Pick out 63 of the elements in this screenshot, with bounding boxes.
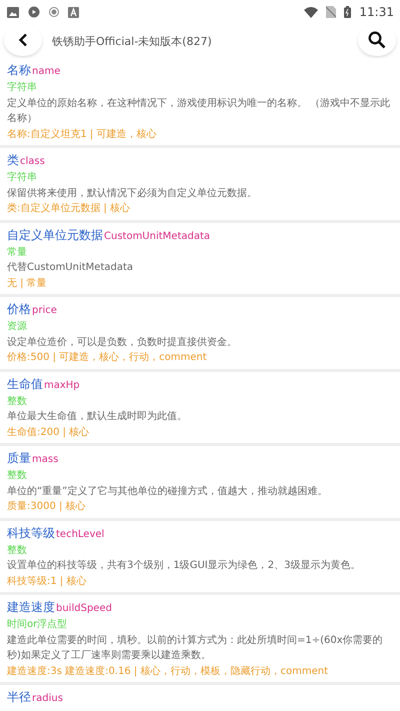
field-type: 字符串 [7,80,38,95]
field-card[interactable]: 类class 字符串 保留供将来使用，默认情况下必须为自定义单位元数据。 类:自定义单位元数据 | 核心 [0,148,400,220]
field-usage: 建造速度:3s 建造速度:0.16 | 核心，行动，模板，隐藏行动，comment [7,664,329,678]
field-name: 类 [7,152,19,169]
battery-icon [344,6,352,18]
back-icon [18,33,28,47]
field-usage: 质量:3000 | 核心 [7,500,87,514]
field-card[interactable]: 质量mass 整数 单位的“重量”定义了它与其他单位的碰撞方式，值越大，推动就越困难。 质量:3000 | 核心 [0,446,400,518]
no-sim-icon [326,6,336,18]
field-name: 科技等级 [7,524,55,542]
field-name: 价格 [7,301,31,318]
field-usage: 价格:500 | 可建造，核心，行动，comment [7,350,208,365]
field-key: maxHp [44,376,80,394]
field-card[interactable]: 科技等级techLevel 整数 设置单位的科技等级，共有3个级别，1级GUI显示为绿色，2、3级显示为黄色。 科技等级:1 | 核心 [0,520,400,592]
field-type: 时间or浮点型 [7,618,68,632]
field-key: radius [32,690,63,707]
field-usage: 科技等级:1 | 核心 [7,574,88,588]
field-name: 半径 [7,689,31,706]
font-icon [68,6,79,18]
field-key: class [20,153,45,170]
field-description: 代替CustomUnitMetadata [7,260,134,275]
field-type: 字符串 [7,170,38,185]
field-name: 名称 [7,62,31,79]
field-key: mass [32,451,58,468]
field-description: 设置单位的科技等级，共有3个级别，1级GUI显示为绿色，2、3级显示为黄色。 [7,558,362,573]
status-time: 11:31 [359,5,394,19]
field-type: 整数 [7,469,28,483]
field-type: 整数 [7,544,28,558]
back-button[interactable] [4,24,42,56]
field-card[interactable]: 价格price 资源 设定单位造价，可以是负数，负数时提直接供资金。 价格:500 | 可建造，核心，行动，comment [0,297,400,368]
field-description: 建造此单位需要的时间，填秒。以前的计算方式为：此处所填时间=1÷(60x你需要的秒)如果定义了工厂速率则需要乘以建造乘数。 [7,634,384,663]
field-description: 单位的“重量”定义了它与其他单位的碰撞方式，值越大，推动就越困难。 [7,484,328,498]
field-card[interactable]: 生命值maxHp 整数 单位最大生命值，默认生成时即为此值。 生命值:200 | 核心 [0,372,400,443]
field-key: techLevel [56,526,104,542]
field-card[interactable]: 建造速度buildSpeed 时间or浮点型 建造此单位需要的时间，填秒。以前的计算方式为：此处所填时间=1÷(60x你需要的秒)如果定义了工厂速率则需要乘以建造乘数。 建造速度:3s 建造速度:0.16 | 核心，行动，模板，隐藏行动，comment [0,595,400,682]
field-key: price [32,302,57,319]
image-icon [7,6,19,18]
search-button[interactable] [358,24,396,56]
field-key: buildSpeed [56,600,112,617]
field-name: 建造速度 [7,599,55,616]
field-type: 常量 [7,246,28,260]
radio-icon [49,7,59,17]
field-name: 自定义单位元数据 [7,226,103,244]
field-description: 保留供将来使用，默认情况下必须为自定义单位元数据。 [7,186,258,200]
field-key: name [32,63,60,80]
field-card[interactable]: 自定义单位元数据CustomUnitMetadata 常量 代替CustomUnitMetadata 无 | 常量 [0,222,400,294]
field-usage: 名称:自定义坦克1 | 可建造，核心 [7,128,158,142]
field-description: 设定单位造价，可以是负数，负数时提直接供资金。 [7,336,238,350]
field-description: 定义单位的原始名称，在这种情况下，游戏使用标识为唯一的名称。 （游戏中不显示此名称） [7,96,392,126]
field-key: CustomUnitMetadata [104,228,210,244]
field-usage: 无 | 常量 [7,276,48,290]
field-usage: 生命值:200 | 核心 [7,426,90,440]
field-usage: 类:自定义单位元数据 | 核心 [7,202,132,216]
field-card[interactable]: 半径radius [0,685,400,710]
field-type: 资源 [7,320,28,334]
page-title: 铁锈助手Official-未知版本(827) [52,34,213,48]
field-card[interactable]: 名称name 字符串 定义单位的原始名称，在这种情况下，游戏使用标识为唯一的名称。 （游戏中不显示此名称） 名称:自定义坦克1 | 可建造，核心 [0,58,400,145]
field-name: 质量 [7,450,31,467]
wifi-icon [304,6,318,18]
field-type: 整数 [7,394,28,408]
search-icon [368,31,386,49]
field-description: 单位最大生命值，默认生成时即为此值。 [7,410,188,424]
field-name: 生命值 [7,376,43,392]
